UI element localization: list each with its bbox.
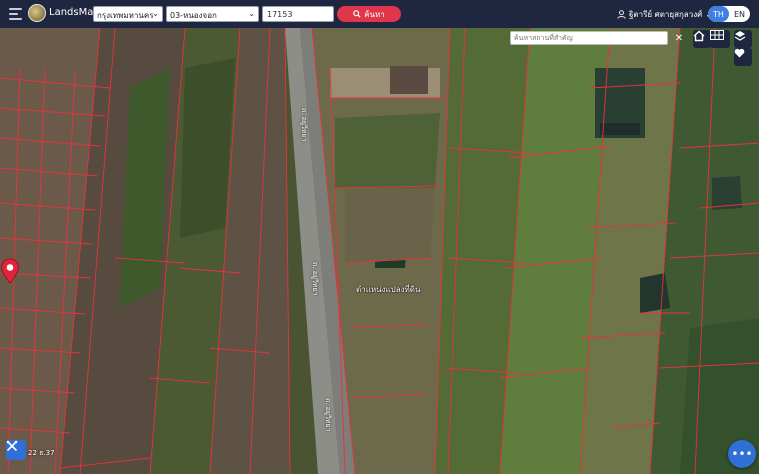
- language-toggle[interactable]: TH EN: [708, 6, 750, 22]
- more-options-button[interactable]: •••: [728, 440, 756, 468]
- road-label: ถ. อยู่วิทยา: [300, 108, 308, 142]
- chevron-down-icon: ⌄: [152, 9, 159, 18]
- search-button[interactable]: ค้นหา: [337, 6, 401, 22]
- amphoe-select[interactable]: 03-หนองจอก ⌄: [166, 6, 259, 22]
- heart-icon: [734, 48, 745, 58]
- parcel-grid-button[interactable]: [710, 30, 730, 48]
- user-icon: [617, 10, 626, 19]
- province-select-value: กรุงเทพมหานคร: [97, 11, 154, 20]
- user-menu[interactable]: ฐิตารีย์ ศตายุสกุลวงศ์ ⌄: [617, 8, 712, 21]
- menu-icon[interactable]: [9, 8, 22, 20]
- top-bar: LandsMaps กรุงเทพมหานคร ⌄ 03-หนองจอก ⌄ ค…: [0, 0, 759, 28]
- road-label: ถ. อยู่วิทยา: [324, 398, 332, 432]
- parcel-location-label: ตำแหน่งแปลงที่ดิน: [356, 285, 421, 294]
- landsmaps-logo: [28, 4, 46, 22]
- measure-tools-button[interactable]: [6, 440, 26, 460]
- home-button[interactable]: [693, 30, 711, 48]
- user-name: ฐิตารีย์ ศตายุสกุลวงศ์: [629, 10, 703, 19]
- layers-button[interactable]: [734, 30, 752, 48]
- lang-th-button[interactable]: TH: [708, 6, 729, 22]
- location-pin-icon[interactable]: [0, 258, 20, 284]
- favorite-button[interactable]: [734, 48, 752, 66]
- place-search-input[interactable]: [510, 31, 668, 45]
- satellite-map: [0, 28, 759, 474]
- search-button-label: ค้นหา: [364, 9, 385, 19]
- road-label: ถ. อยู่วิทยา: [311, 262, 319, 296]
- map-canvas[interactable]: ✕ ถ. อยู่วิทยา ถ. อยู่วิทยา ถ. อยู่วิทยา…: [0, 28, 759, 474]
- layers-icon: [734, 31, 746, 41]
- coordinate-readout: 22 ธ.37: [28, 449, 55, 457]
- chevron-down-icon: ⌄: [248, 9, 255, 18]
- parcel-number-input[interactable]: [262, 6, 334, 22]
- tools-icon: [6, 440, 18, 452]
- lang-en-button[interactable]: EN: [729, 6, 750, 22]
- home-icon: [693, 30, 705, 42]
- search-icon: [353, 10, 361, 18]
- close-icon[interactable]: ✕: [672, 31, 686, 45]
- province-select[interactable]: กรุงเทพมหานคร ⌄: [93, 6, 163, 22]
- grid-icon: [710, 30, 724, 40]
- amphoe-select-value: 03-หนองจอก: [170, 11, 217, 20]
